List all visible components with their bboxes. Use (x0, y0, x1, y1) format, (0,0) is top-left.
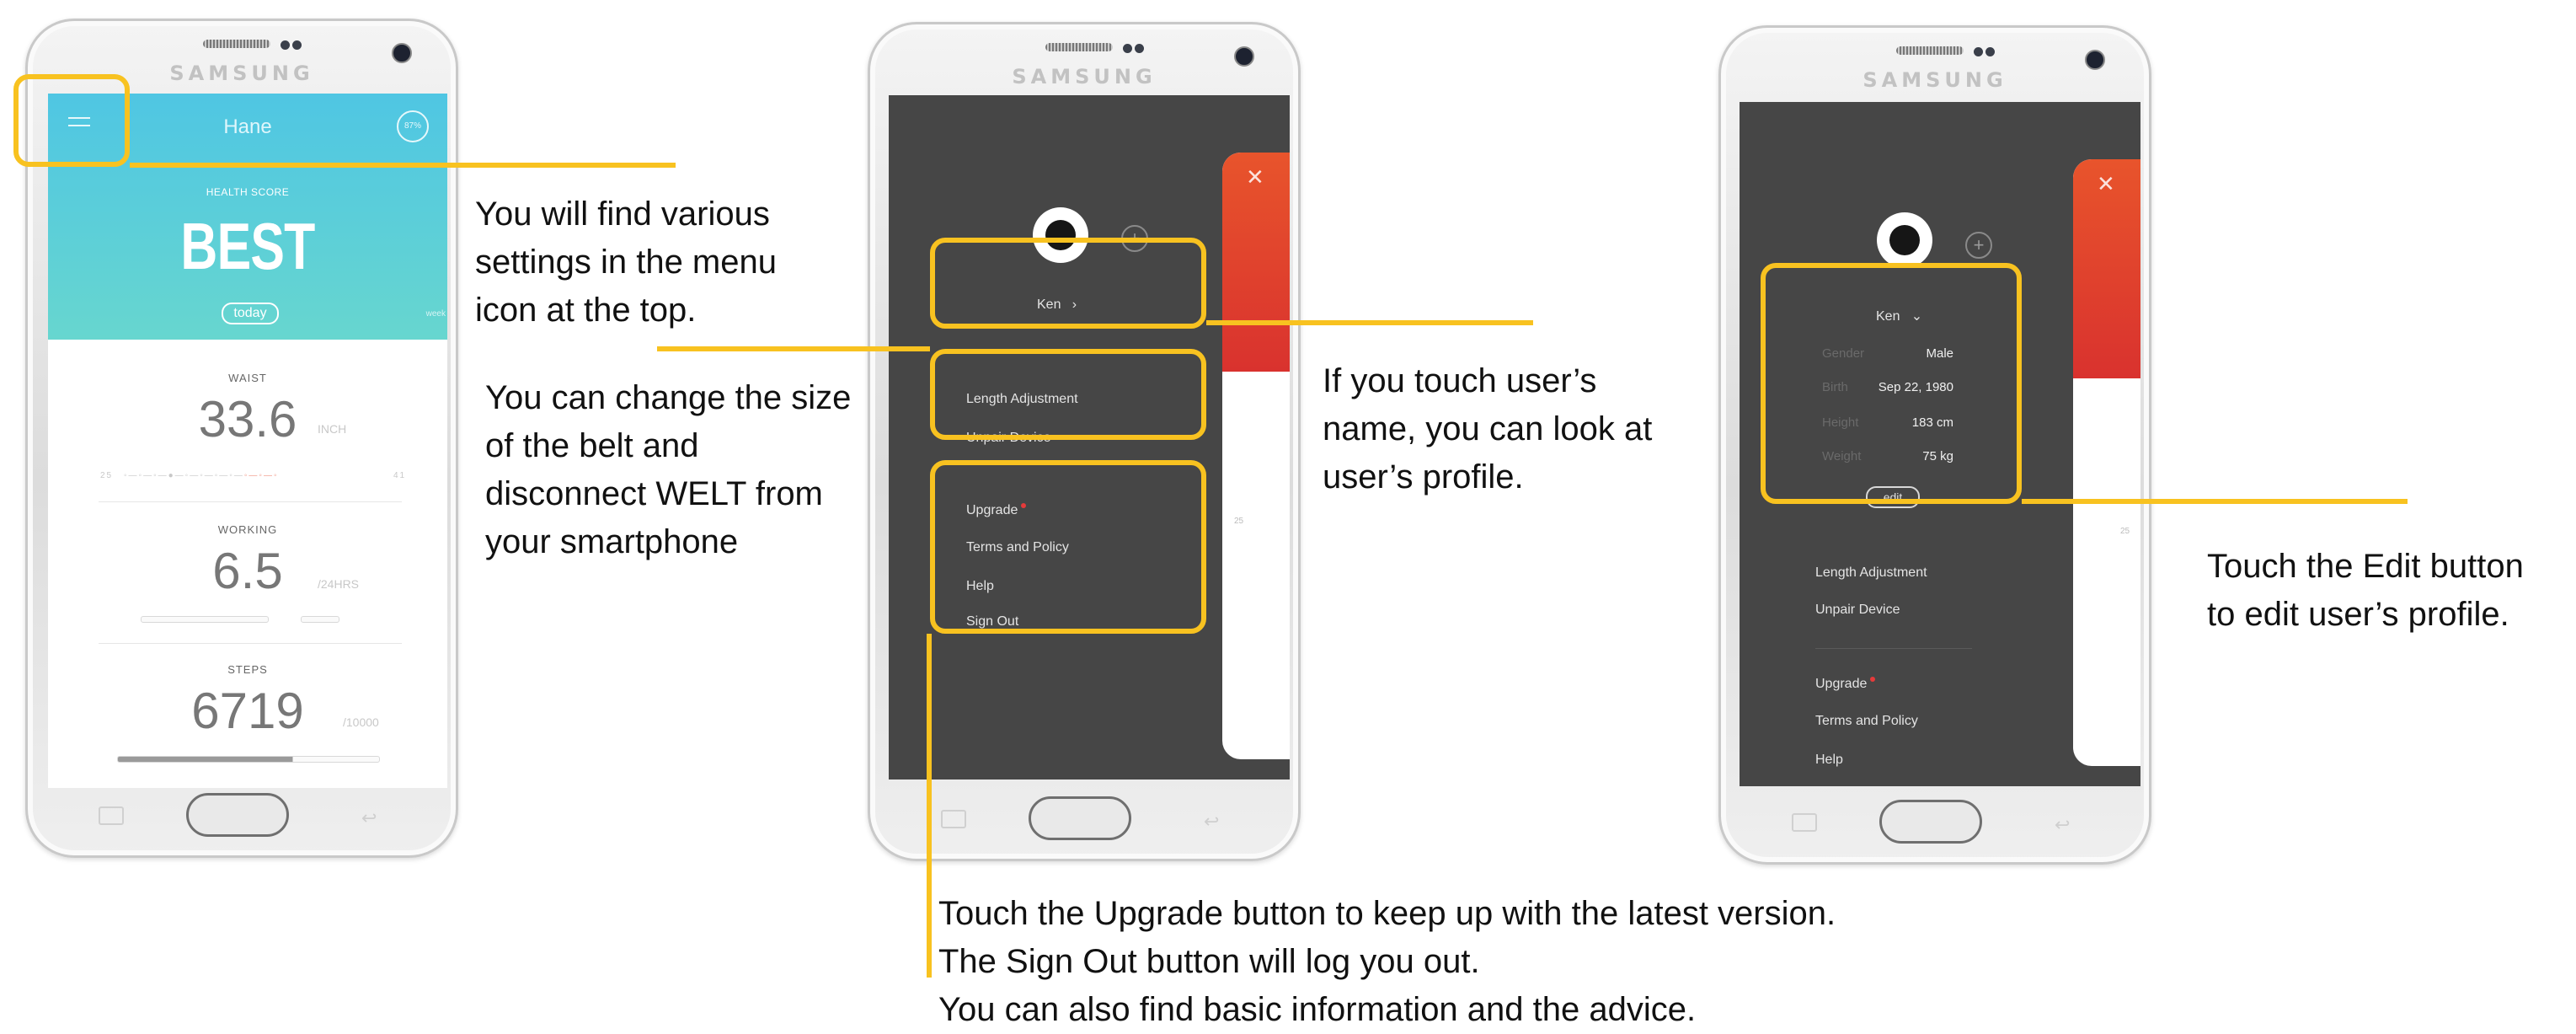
week-toggle[interactable]: week (426, 309, 446, 319)
steps-unit: /10000 (343, 715, 379, 729)
new-badge (1870, 677, 1876, 682)
menu-item-upgrade[interactable]: Upgrade (1815, 677, 1876, 692)
highlight-profile (1761, 263, 2022, 504)
close-icon[interactable]: ✕ (1246, 164, 1264, 190)
battery-indicator: 87% (397, 110, 429, 142)
waist-label: WAIST (228, 372, 267, 384)
recent-apps-icon[interactable] (99, 806, 124, 825)
waist-range-min: 25 (100, 471, 114, 480)
close-icon[interactable]: ✕ (2097, 171, 2115, 197)
recent-apps-icon[interactable] (941, 810, 966, 828)
callout-menu-icon: You will find various settings in the me… (475, 196, 777, 329)
phone-brand: SAMSUNG (1863, 68, 2007, 92)
user-avatar-icon[interactable] (1881, 217, 1928, 264)
back-icon[interactable]: ↩ (2055, 816, 2080, 834)
sensors (281, 39, 306, 50)
callout-user-name: If you touch user’s name, you can look a… (1323, 362, 1653, 496)
divider (99, 501, 402, 502)
waist-value: 33.6 (198, 391, 297, 447)
callout-upgrade: Touch the Upgrade button to keep up with… (938, 895, 1836, 1028)
speaker-grille (203, 40, 270, 48)
connector-line (2022, 499, 2408, 504)
add-user-icon[interactable]: + (1965, 232, 1992, 259)
front-camera (1234, 46, 1254, 67)
highlight-menu-icon (13, 74, 130, 167)
steps-progress-bar (117, 756, 380, 763)
home-button[interactable] (1879, 800, 1982, 844)
home-button[interactable] (1029, 796, 1131, 840)
background-card: ✕ 25 (2073, 159, 2140, 766)
back-icon[interactable]: ↩ (361, 809, 387, 828)
working-progress-bar-secondary (301, 616, 339, 623)
connector-line (130, 163, 676, 168)
highlight-device-items (930, 349, 1206, 440)
home-button[interactable] (186, 793, 289, 837)
phone-brand: SAMSUNG (1012, 65, 1157, 88)
today-toggle[interactable]: today (222, 303, 279, 324)
sensors (1974, 46, 1999, 56)
highlight-more-items (930, 460, 1206, 634)
steps-label: STEPS (227, 663, 268, 676)
home-screen: Hane 87% HEALTH SCORE BEST today week WA… (48, 94, 447, 788)
front-camera (2085, 50, 2105, 70)
recent-apps-icon[interactable] (1792, 813, 1817, 832)
sensors (1123, 42, 1148, 53)
waist-unit: INCH (318, 422, 347, 436)
waist-range-max: 41 (393, 471, 407, 480)
background-card: ✕ 25 (1222, 153, 1290, 759)
health-score-value: BEST (180, 209, 315, 283)
connector-line (1206, 320, 1533, 325)
steps-value: 6719 (191, 683, 304, 739)
speaker-grille (1896, 46, 1964, 55)
divider (99, 643, 402, 644)
menu-item-terms[interactable]: Terms and Policy (1815, 714, 1918, 729)
callout-edit: Touch the Edit button to edit user’s pro… (2207, 548, 2524, 633)
callout-belt: You can change the size of the belt and … (485, 379, 852, 560)
connector-line (657, 346, 930, 351)
card-tick: 25 (2120, 527, 2130, 536)
connector-line (927, 634, 932, 978)
menu-item-length-adjustment[interactable]: Length Adjustment (1815, 565, 1927, 581)
phone-frame-menu: SAMSUNG ↩ ✕ 25 + Ken › Length Adjustment… (868, 22, 1301, 861)
waist-scale: ◦—◦—◦—●—◦—◦—◦—◦—◦—◦—◦ (124, 471, 279, 480)
working-label: WORKING (217, 523, 278, 536)
front-camera (392, 43, 412, 63)
working-unit: /24HRS (318, 577, 360, 591)
health-score-label: HEALTH SCORE (206, 186, 290, 198)
menu-item-unpair-device[interactable]: Unpair Device (1815, 603, 1900, 618)
speaker-grille (1045, 43, 1113, 51)
card-tick: 25 (1234, 517, 1244, 526)
back-icon[interactable]: ↩ (1204, 812, 1229, 831)
working-progress-bar (141, 616, 269, 623)
working-value: 6.5 (212, 543, 283, 599)
highlight-user-name (930, 238, 1206, 329)
menu-item-help[interactable]: Help (1815, 753, 1843, 768)
divider (1815, 648, 1972, 649)
